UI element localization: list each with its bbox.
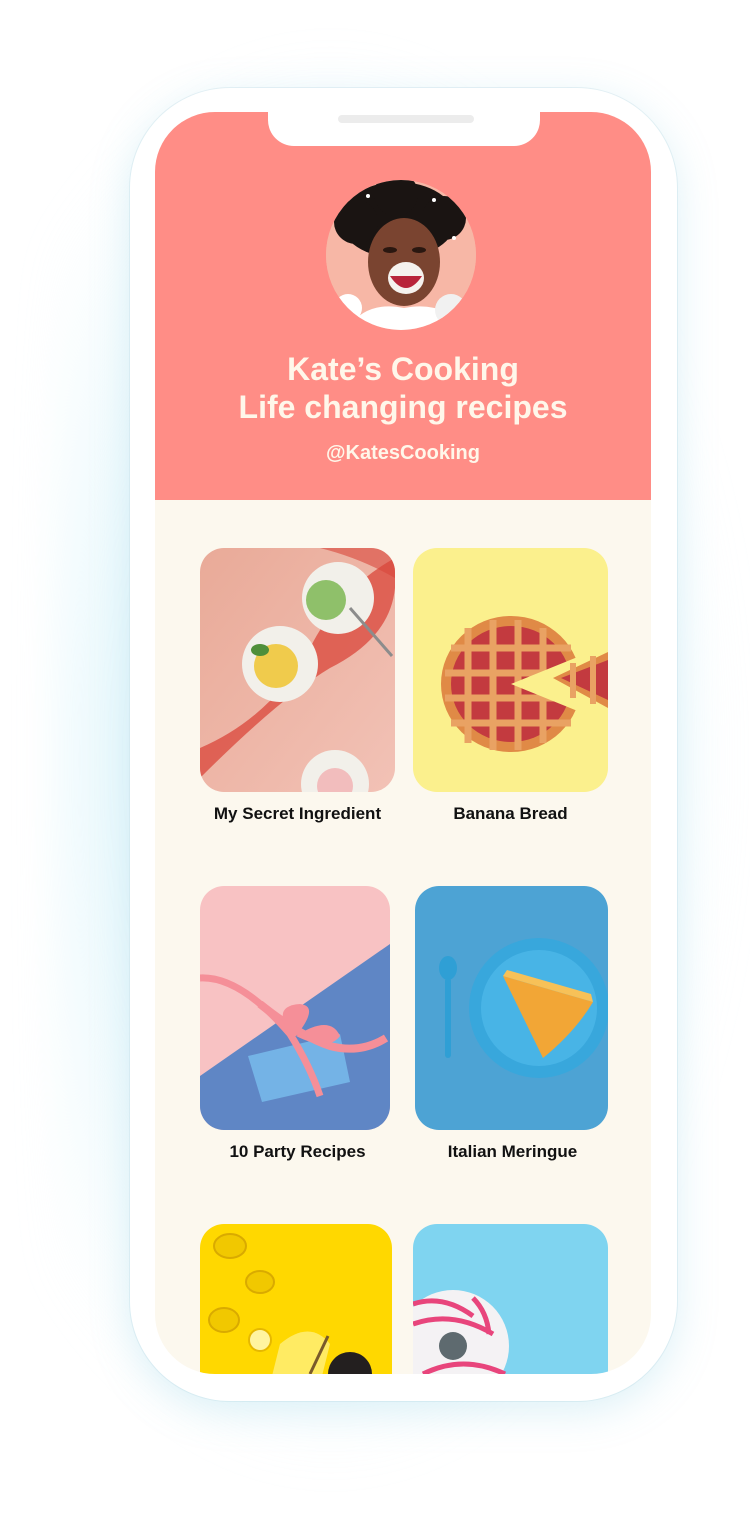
- recipe-card-label: Italian Meringue: [447, 1142, 578, 1161]
- avatar-photo: [326, 180, 476, 330]
- profile-title-line1: Kate’s Cooking: [287, 351, 519, 387]
- phone-speaker: [338, 115, 474, 123]
- ice-cream-photo: [200, 548, 395, 792]
- gift-photo: [200, 886, 390, 1130]
- cake-slice-photo: [415, 886, 608, 1130]
- donut-photo: [413, 1224, 608, 1374]
- recipe-card-italian-meringue[interactable]: Italian Meringue: [415, 886, 610, 1162]
- profile-title-line2: Life changing recipes: [238, 389, 568, 425]
- recipe-card-lemons[interactable]: [200, 1224, 395, 1374]
- pie-photo: [413, 548, 608, 792]
- lemons-photo: [200, 1224, 392, 1374]
- recipe-card-label: Banana Bread: [453, 804, 568, 823]
- recipe-card-label: 10 Party Recipes: [229, 1142, 366, 1161]
- phone-screen: Kate’s Cooking Life changing recipes @Ka…: [155, 112, 651, 1374]
- recipe-card-my-secret-ingredient[interactable]: My Secret Ingredient: [200, 548, 395, 824]
- profile-header: Kate’s Cooking Life changing recipes @Ka…: [155, 112, 651, 500]
- profile-title: Kate’s Cooking Life changing recipes: [155, 350, 651, 426]
- recipe-card-label: My Secret Ingredient: [213, 804, 382, 823]
- recipe-card-donut[interactable]: [413, 1224, 608, 1374]
- avatar[interactable]: [326, 180, 476, 330]
- recipe-card-10-party-recipes[interactable]: 10 Party Recipes: [200, 886, 395, 1162]
- profile-handle[interactable]: @KatesCooking: [155, 442, 651, 465]
- recipe-card-banana-bread[interactable]: Banana Bread: [413, 548, 608, 824]
- stage: Kate’s Cooking Life changing recipes @Ka…: [0, 0, 750, 1517]
